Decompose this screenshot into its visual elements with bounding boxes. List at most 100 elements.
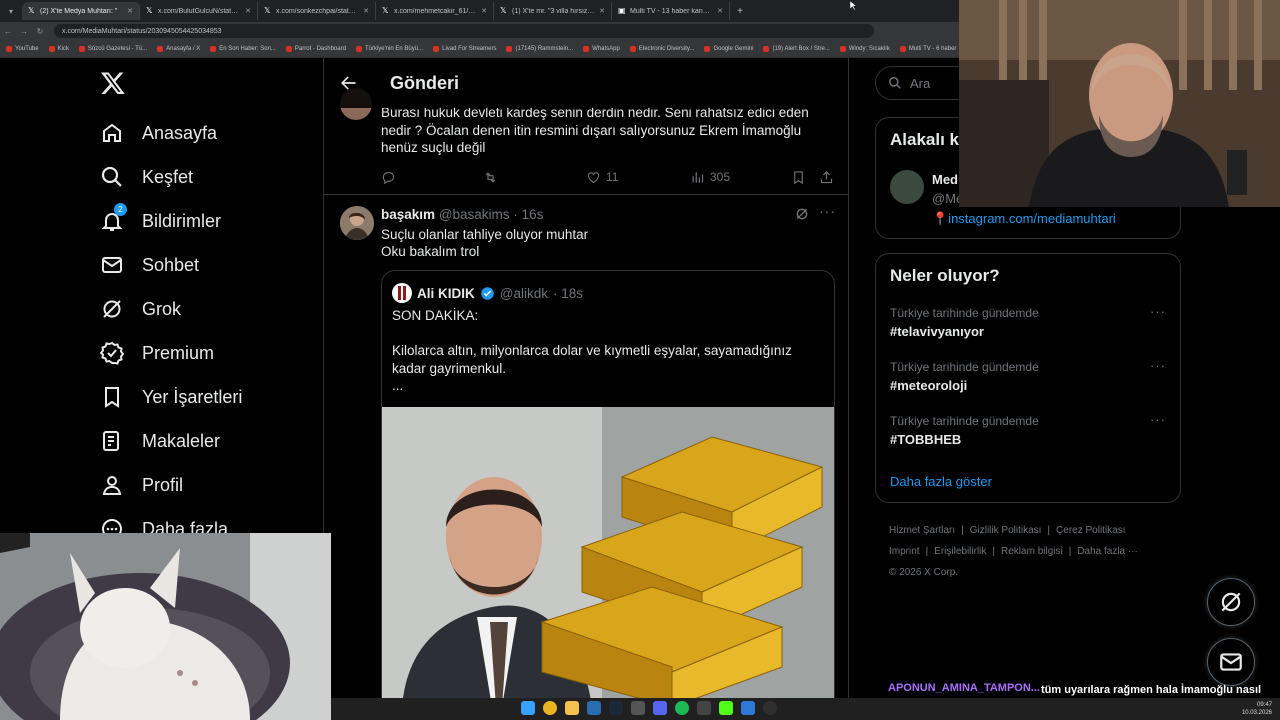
footer-link[interactable]: Gizlilik Politikası (970, 525, 1042, 536)
tab-close-icon[interactable]: ✕ (481, 7, 487, 15)
reload-icon[interactable]: ↻ (32, 27, 48, 36)
footer-link[interactable]: Imprint (889, 546, 920, 557)
sidebar-item-bildirimler[interactable]: 2 Bildirimler (100, 203, 221, 233)
browser-tab[interactable]: 𝕏 (1) X'te mr. "3 villa hırsızlığını, Sı ✕ (494, 2, 612, 20)
avatar[interactable] (890, 170, 924, 204)
bookmark-item[interactable]: Türkiye'nin En Büyü... (355, 45, 423, 52)
app-icon[interactable] (741, 701, 755, 715)
sidebar-item-anasayfa[interactable]: Anasayfa (100, 121, 217, 145)
url-field[interactable]: x.com/MediaMuhtari/status/20309450544250… (54, 24, 874, 38)
bookmark-label: Windy: Sıcaklık (848, 45, 890, 52)
avatar[interactable] (340, 206, 374, 240)
chrome-icon[interactable] (543, 701, 557, 715)
discord-icon[interactable] (653, 701, 667, 715)
browser-tab[interactable]: 𝕏x.com/mehmetcakir_61/status/✕ (376, 2, 494, 20)
browser-tab[interactable]: 𝕏 (2) X'te Medya Muhtarı: " ✕ (22, 2, 140, 20)
views-button[interactable]: 305 (690, 170, 730, 185)
bookmark-item[interactable]: Windy: Sıcaklık (839, 45, 890, 52)
related-name[interactable]: Med (932, 172, 958, 187)
bookmark-item[interactable]: Anasayfa / X (157, 45, 200, 52)
sidebar-item-label: Premium (142, 342, 215, 363)
tab-close-icon[interactable]: ✕ (599, 7, 605, 15)
new-tab-button[interactable]: + (730, 6, 750, 17)
bookmark-item[interactable]: Sözcü Gazetesi - Tü... (78, 45, 147, 52)
show-more-link[interactable]: Daha fazla göster (890, 474, 992, 489)
steam-icon[interactable] (609, 701, 623, 715)
bookmark-favicon-icon (285, 45, 292, 52)
analytics-icon (692, 172, 704, 182)
bookmark-item[interactable]: En Son Haber: Son... (210, 45, 276, 52)
x-logo-icon[interactable] (100, 70, 126, 96)
quoted-post[interactable]: Ali KIDIK @alikdk · 18s SON DAKİKA: Kilo… (381, 270, 835, 710)
grok-icon (1221, 592, 1241, 612)
bookmark-item[interactable]: Livad For Streamers (433, 45, 496, 52)
app-icon[interactable] (697, 701, 711, 715)
tab-close-icon[interactable]: ✕ (127, 7, 133, 15)
trend-context: Türkiye tarihinde gündemde (890, 306, 1039, 320)
grok-fab-button[interactable] (1207, 578, 1255, 626)
pet-webcam (0, 533, 331, 720)
divider (324, 194, 848, 195)
grok-explain-icon[interactable] (794, 206, 810, 222)
bookmark-item[interactable]: (19) Alert Box / Stre... (763, 45, 830, 52)
kick-icon[interactable] (719, 701, 733, 715)
bookmark-item[interactable]: Parrot - Dashboard (285, 45, 346, 52)
trend-more-icon[interactable]: ··· (1150, 304, 1166, 319)
system-clock[interactable]: 09:47 10.03.2026 (1242, 701, 1272, 717)
browser-tab[interactable]: 𝕏x.com/BulutGulcuN/status/203 ✕ (140, 2, 258, 20)
forward-nav-icon[interactable]: → (16, 27, 32, 36)
quote-image[interactable] (382, 407, 834, 707)
browser-tab[interactable]: ▣ Multi TV - 13 haber kanalını ay ✕ (612, 2, 730, 20)
app-icon[interactable] (631, 701, 645, 715)
tab-search-icon[interactable]: ▾ (0, 0, 22, 22)
footer-link[interactable]: Hizmet Şartları (889, 525, 955, 536)
back-nav-icon[interactable]: ← (0, 27, 16, 36)
like-button[interactable]: 11 (586, 170, 618, 185)
trend-more-icon[interactable]: ··· (1150, 412, 1166, 427)
footer-link[interactable]: © 2026 X Corp. (889, 567, 958, 578)
windows-start-icon[interactable] (521, 701, 535, 715)
sidebar-item-sohbet[interactable]: Sohbet (100, 253, 199, 277)
reply-button[interactable] (381, 170, 396, 185)
more-options-icon[interactable]: ··· (819, 203, 836, 219)
trend-hashtag: #TOBBHEB (890, 432, 962, 447)
handle[interactable]: @basakims (439, 207, 510, 222)
sidebar-item-keşfet[interactable]: Keşfet (100, 165, 193, 189)
app-icon[interactable] (587, 701, 601, 715)
browser-tab[interactable]: 𝕏x.com/sonkezchpai/status/203 ✕ (258, 2, 376, 20)
bookmark-item[interactable]: Kick (48, 45, 69, 52)
sidebar-item-premium[interactable]: Premium (100, 341, 214, 365)
messages-fab-button[interactable] (1207, 638, 1255, 686)
sidebar-item-yer-i-şaretleri[interactable]: Yer İşaretleri (100, 385, 242, 409)
repost-button[interactable] (483, 170, 498, 185)
bookmark-item[interactable]: WhatsApp (583, 45, 620, 52)
related-link[interactable]: 📍instagram.com/mediamuhtari (932, 211, 1116, 227)
trends-card: Neler oluyor? Türkiye tarihinde gündemde… (875, 253, 1181, 503)
bookmark-favicon-icon (6, 45, 12, 52)
spotify-icon[interactable] (675, 701, 689, 715)
sidebar-item-grok[interactable]: Grok (100, 297, 181, 321)
timestamp[interactable]: · 16s (513, 207, 543, 222)
footer-link[interactable]: Reklam bilgisi (1001, 546, 1063, 557)
bookmark-item[interactable]: (17145) Rammstein... (506, 45, 573, 52)
share-button[interactable] (819, 170, 834, 185)
tab-close-icon[interactable]: ✕ (717, 7, 723, 15)
sidebar-item-profil[interactable]: Profil (100, 473, 183, 497)
tab-close-icon[interactable]: ✕ (363, 7, 369, 15)
footer-link[interactable]: Daha fazla ··· (1077, 546, 1138, 557)
bookmark-item[interactable]: Google Gemini (704, 45, 753, 52)
bookmark-item[interactable]: Electronic Diversity... (629, 45, 694, 52)
back-arrow-icon[interactable] (338, 73, 358, 93)
footer-link[interactable]: Erişilebilirlik (934, 546, 986, 557)
tab-close-icon[interactable]: ✕ (245, 7, 251, 15)
obs-icon[interactable] (763, 701, 777, 715)
trend-more-icon[interactable]: ··· (1150, 358, 1166, 373)
folder-icon[interactable] (565, 701, 579, 715)
bookmark-item[interactable]: Multi TV - 6 haber (899, 45, 956, 52)
footer-link[interactable]: Çerez Politikası (1056, 525, 1125, 536)
url-text: x.com/MediaMuhtari/status/20309450544250… (62, 27, 222, 35)
display-name[interactable]: başakım (381, 207, 435, 222)
sidebar-item-makaleler[interactable]: Makaleler (100, 429, 220, 453)
bookmark-item[interactable]: YouTube (6, 45, 39, 52)
bookmark-button[interactable] (791, 170, 806, 185)
